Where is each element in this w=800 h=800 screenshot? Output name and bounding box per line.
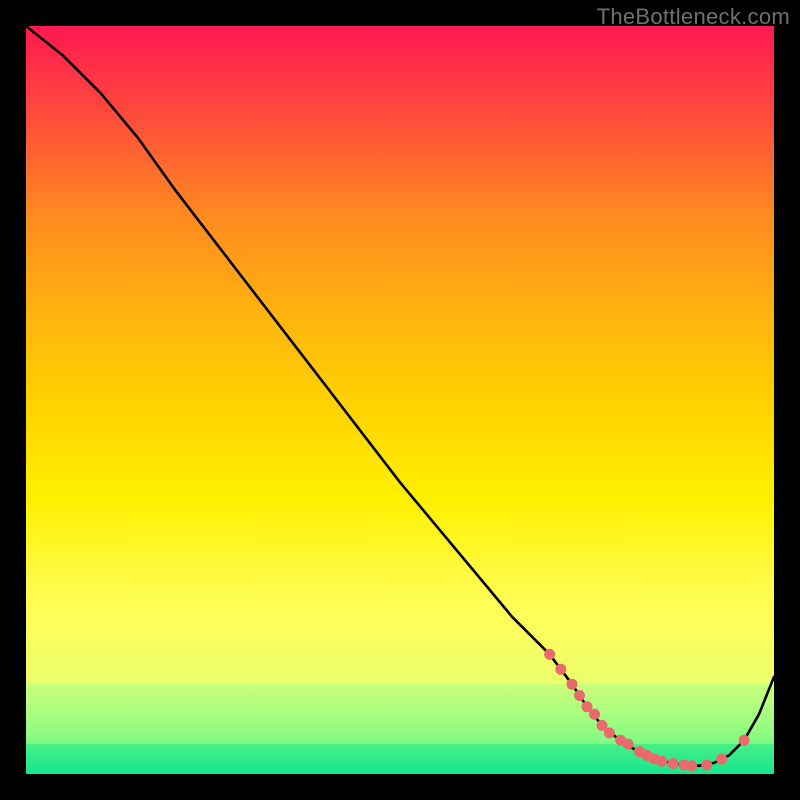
sample-point — [544, 649, 555, 660]
sample-point — [555, 664, 566, 675]
sample-point — [701, 760, 712, 771]
curve-layer — [26, 26, 774, 774]
sample-point — [589, 709, 600, 720]
chart-frame: TheBottleneck.com — [0, 0, 800, 800]
sample-point — [716, 754, 727, 765]
sample-point — [567, 679, 578, 690]
bottleneck-curve — [26, 26, 774, 766]
sample-point — [604, 727, 615, 738]
watermark-text: TheBottleneck.com — [597, 4, 790, 30]
sample-point — [668, 758, 679, 769]
sample-point — [686, 760, 697, 771]
sample-point — [574, 690, 585, 701]
plot-area — [26, 26, 774, 774]
sample-point — [739, 735, 750, 746]
sample-point — [656, 756, 667, 767]
sample-point — [623, 739, 634, 750]
